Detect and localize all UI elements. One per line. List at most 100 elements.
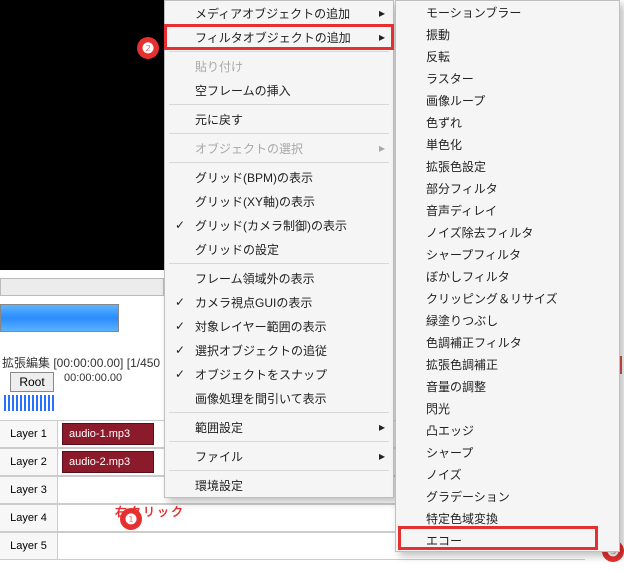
submenu-item-label: 反転 — [426, 48, 450, 65]
submenu-item[interactable]: 音声ディレイ — [396, 199, 619, 221]
submenu-item-label: 色調補正フィルタ — [426, 334, 522, 351]
menu-item[interactable]: 空フレームの挿入 — [165, 78, 393, 102]
check-icon: ✓ — [175, 218, 185, 232]
submenu-item[interactable]: 色ずれ — [396, 111, 619, 133]
menu-item-label: オブジェクトの選択 — [195, 140, 303, 157]
submenu-item[interactable]: 拡張色設定 — [396, 155, 619, 177]
submenu-item[interactable]: 閃光 — [396, 397, 619, 419]
status-text: 拡張編集 [00:00:00.00] [1/450 — [2, 354, 160, 371]
submenu-item[interactable]: クリッピング＆リサイズ — [396, 287, 619, 309]
layer-label: Layer 1 — [0, 421, 58, 447]
filter-object-submenu[interactable]: モーションブラー振動反転ラスター画像ループ色ずれ単色化拡張色設定部分フィルタ音声… — [395, 0, 620, 552]
submenu-item-label: 閃光 — [426, 400, 450, 417]
menu-separator — [169, 162, 389, 163]
submenu-item-label: 色ずれ — [426, 114, 462, 131]
annotation-badge-2: ❷ — [137, 37, 159, 59]
menu-item-label: 選択オブジェクトの追従 — [195, 342, 327, 359]
menu-item[interactable]: ✓ 選択オブジェクトの追従 — [165, 338, 393, 362]
submenu-item[interactable]: 反転 — [396, 45, 619, 67]
submenu-item[interactable]: 緑塗りつぶし — [396, 309, 619, 331]
check-icon: ✓ — [175, 367, 185, 381]
submenu-item-label: シャープ — [426, 444, 473, 461]
submenu-item[interactable]: 部分フィルタ — [396, 177, 619, 199]
submenu-item-label: モーションブラー — [426, 4, 521, 21]
menu-item[interactable]: グリッドの設定 — [165, 237, 393, 261]
submenu-item[interactable]: 色調補正フィルタ — [396, 331, 619, 353]
submenu-item[interactable]: シャープ — [396, 441, 619, 463]
submenu-item[interactable]: ノイズ除去フィルタ — [396, 221, 619, 243]
mini-waveform — [4, 395, 56, 411]
submenu-item-label: 振動 — [426, 26, 450, 43]
menu-item[interactable]: 元に戻す — [165, 107, 393, 131]
menu-item[interactable]: ✓ オブジェクトをスナップ — [165, 362, 393, 386]
submenu-item-label: ノイズ — [426, 466, 462, 483]
submenu-item-label: クリッピング＆リサイズ — [426, 290, 558, 307]
submenu-item[interactable]: 凸エッジ — [396, 419, 619, 441]
menu-item[interactable]: 範囲設定▸ — [165, 415, 393, 439]
menu-item[interactable]: ✓カメラ視点GUIの表示 — [165, 290, 393, 314]
menu-item[interactable]: グリッド(XY軸)の表示 — [165, 189, 393, 213]
menu-item-label: グリッド(XY軸)の表示 — [195, 193, 315, 210]
menu-separator — [169, 104, 389, 105]
annotation-badge-1: ❶ — [120, 508, 142, 530]
layer-label: Layer 3 — [0, 477, 58, 503]
timecode-label: 00:00:00.00 — [64, 372, 122, 384]
menu-item[interactable]: メディアオブジェクトの追加▸ — [165, 1, 393, 25]
menu-item-label: 元に戻す — [195, 111, 243, 128]
chevron-right-icon: ▸ — [379, 141, 385, 155]
submenu-item-label: ラスター — [426, 70, 474, 87]
submenu-item-label: ノイズ除去フィルタ — [426, 224, 533, 241]
submenu-item[interactable]: モーションブラー — [396, 1, 619, 23]
menu-separator — [169, 412, 389, 413]
submenu-item-label: 音量の調整 — [426, 378, 486, 395]
menu-item[interactable]: ファイル▸ — [165, 444, 393, 468]
submenu-item-label: シャープフィルタ — [426, 246, 521, 263]
chevron-right-icon: ▸ — [379, 449, 385, 463]
submenu-item[interactable]: 振動 — [396, 23, 619, 45]
menu-item[interactable]: フレーム領域外の表示 — [165, 266, 393, 290]
check-icon: ✓ — [175, 319, 185, 333]
submenu-item[interactable]: ノイズ — [396, 463, 619, 485]
menu-item: オブジェクトの選択 ▸ — [165, 136, 393, 160]
menu-item-label: 対象レイヤー範囲の表示 — [195, 318, 327, 335]
submenu-item-label: 拡張色設定 — [426, 158, 486, 175]
seek-region[interactable] — [0, 304, 119, 332]
menu-separator — [169, 470, 389, 471]
context-menu[interactable]: メディアオブジェクトの追加▸フィルタオブジェクトの追加▸貼り付け空フレームの挿入… — [164, 0, 394, 498]
menu-item[interactable]: グリッド(BPM)の表示 — [165, 165, 393, 189]
menu-separator — [169, 51, 389, 52]
submenu-item[interactable]: ぼかしフィルタ — [396, 265, 619, 287]
submenu-item[interactable]: グラデーション — [396, 485, 619, 507]
check-icon: ✓ — [175, 343, 185, 357]
submenu-item[interactable]: シャープフィルタ — [396, 243, 619, 265]
menu-item[interactable]: 画像処理を間引いて表示 — [165, 386, 393, 410]
submenu-item[interactable]: ラスター — [396, 67, 619, 89]
check-icon: ✓ — [175, 295, 185, 309]
submenu-item-label: 拡張色調補正 — [426, 356, 498, 373]
audio-clip[interactable]: audio-1.mp3 — [62, 423, 154, 445]
submenu-item[interactable]: 拡張色調補正 — [396, 353, 619, 375]
submenu-item-label: 凸エッジ — [426, 422, 474, 439]
submenu-item-label: 緑塗りつぶし — [426, 312, 498, 329]
menu-item-label: 範囲設定 — [195, 419, 243, 436]
menu-item[interactable]: ✓ 対象レイヤー範囲の表示 — [165, 314, 393, 338]
menu-item-label: グリッド(BPM)の表示 — [195, 169, 313, 186]
menu-item-label: 貼り付け — [195, 58, 243, 75]
menu-item-label: 空フレームの挿入 — [195, 82, 291, 99]
audio-clip[interactable]: audio-2.mp3 — [62, 451, 154, 473]
layer-label: Layer 2 — [0, 449, 58, 475]
menu-item: 貼り付け — [165, 54, 393, 78]
root-button[interactable]: Root — [10, 372, 54, 392]
submenu-item-label: 単色化 — [426, 136, 462, 153]
submenu-item[interactable]: 画像ループ — [396, 89, 619, 111]
seek-bar-bg — [0, 278, 164, 296]
menu-separator — [169, 263, 389, 264]
menu-item[interactable]: ✓グリッド(カメラ制御)の表示 — [165, 213, 393, 237]
menu-item-label: グリッドの設定 — [195, 241, 279, 258]
menu-item-label: オブジェクトをスナップ — [195, 366, 327, 383]
submenu-item-label: 画像ループ — [426, 92, 485, 109]
submenu-item[interactable]: 音量の調整 — [396, 375, 619, 397]
menu-item[interactable]: 環境設定 — [165, 473, 393, 497]
menu-item-label: 画像処理を間引いて表示 — [195, 390, 327, 407]
submenu-item[interactable]: 単色化 — [396, 133, 619, 155]
